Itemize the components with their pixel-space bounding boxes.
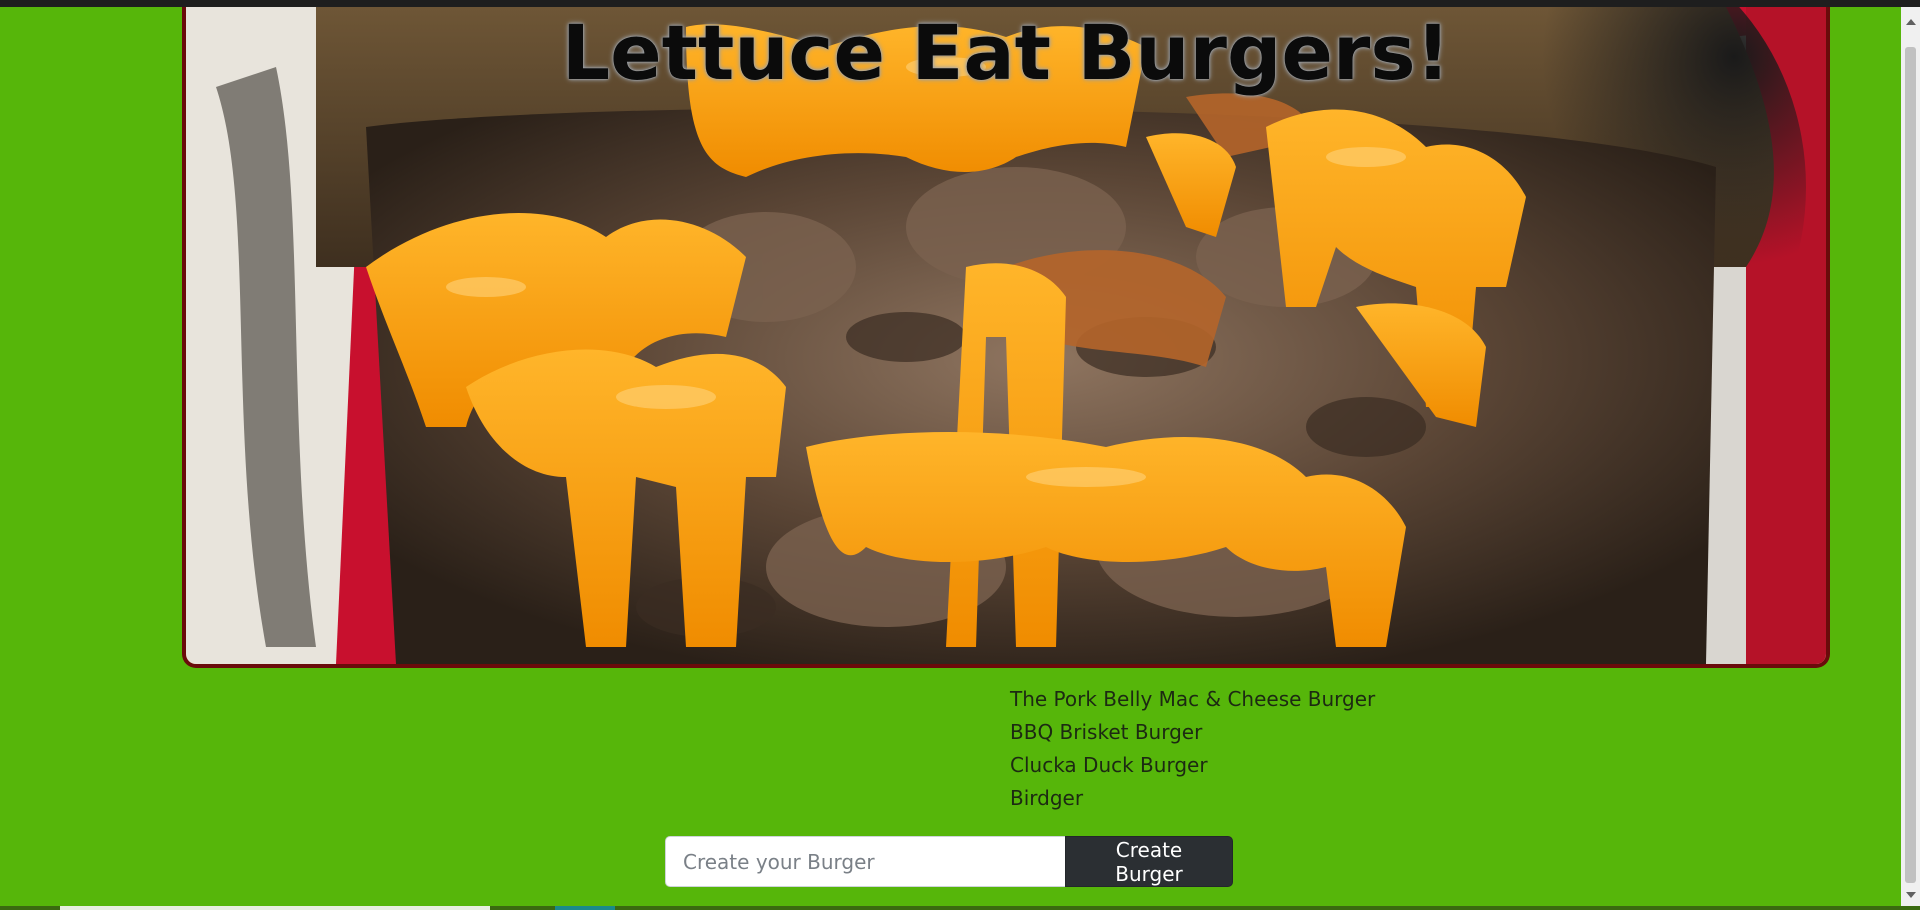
bottom-strip (0, 906, 1920, 910)
vertical-scrollbar[interactable] (1901, 7, 1920, 910)
list-item: Clucka Duck Burger (1010, 753, 1208, 777)
scroll-down-icon[interactable] (1906, 892, 1916, 898)
browser-top-strip (0, 0, 1920, 7)
burger-name-input[interactable] (665, 836, 1065, 887)
burger-hero-image (186, 7, 1826, 664)
create-burger-form: Create Burger (665, 836, 1233, 887)
scroll-thumb[interactable] (1905, 47, 1916, 883)
list-item: Birdger (1010, 786, 1084, 810)
list-item: The Pork Belly Mac & Cheese Burger (1010, 687, 1376, 711)
create-burger-button[interactable]: Create Burger (1065, 836, 1233, 887)
scroll-up-icon[interactable] (1906, 19, 1916, 25)
list-item: BBQ Brisket Burger (1010, 720, 1203, 744)
page-title: Lettuce Eat Burgers! (561, 8, 1451, 97)
burger-list: The Pork Belly Mac & Cheese Burger BBQ B… (1010, 683, 1375, 815)
hero-jumbotron: Lettuce Eat Burgers! (182, 7, 1830, 668)
